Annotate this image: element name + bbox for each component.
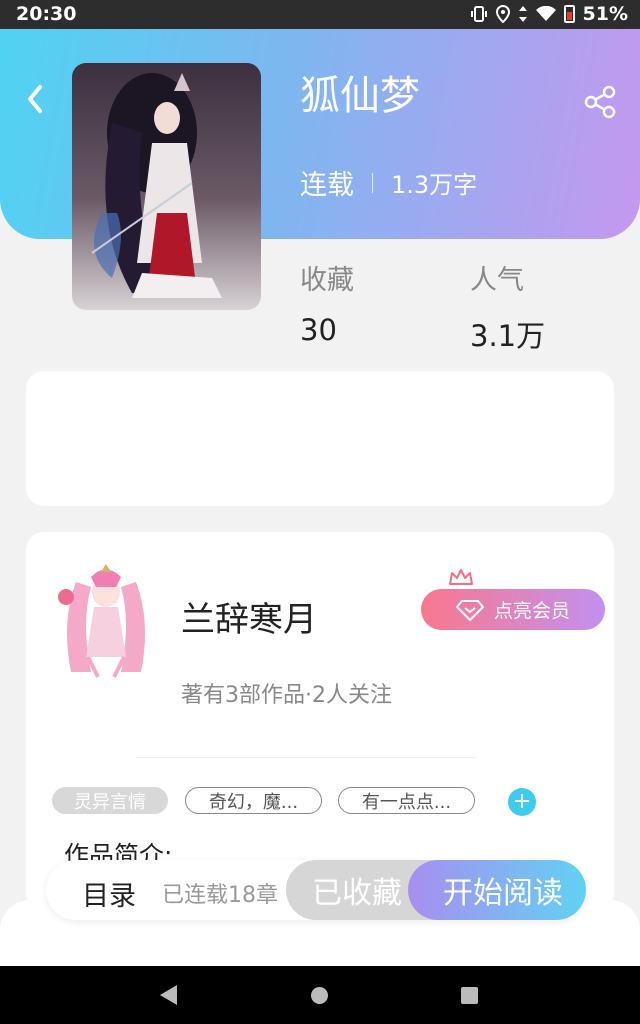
status-bar: 20:30 51%: [0, 0, 640, 29]
start-reading-button[interactable]: 开始阅读: [408, 860, 586, 920]
chapter-count[interactable]: 已连载18章: [162, 877, 278, 909]
add-tag-button[interactable]: +: [508, 788, 536, 816]
vip-button[interactable]: 点亮会员: [421, 589, 605, 630]
system-nav-bar: [0, 966, 640, 1024]
word-count: 1.3万字: [391, 171, 478, 199]
favorites-label: 收藏: [300, 265, 354, 296]
nav-recent-icon[interactable]: [461, 987, 478, 1004]
book-cover-image[interactable]: [72, 63, 261, 310]
favorites-stat: 收藏 30: [300, 258, 354, 347]
status-divider: [372, 172, 373, 193]
crown-icon: [449, 569, 473, 585]
status-time: 20:30: [16, 3, 77, 25]
share-icon[interactable]: [582, 83, 618, 123]
back-arrow-icon[interactable]: [20, 79, 52, 119]
blank-card: [26, 371, 614, 506]
location-icon: [495, 5, 510, 23]
nav-home-icon[interactable]: [311, 987, 328, 1004]
vip-button-label: 点亮会员: [493, 600, 570, 622]
author-meta: 著有3部作品·2人关注: [181, 683, 392, 708]
popularity-value: 3.1万: [470, 319, 546, 353]
book-status-row: 连载 1.3万字: [300, 163, 477, 202]
diamond-icon: [455, 599, 484, 621]
popularity-stat: 人气 3.1万: [470, 258, 545, 355]
tag-fantasy[interactable]: 奇幻，魔...: [185, 787, 322, 814]
tag-extra[interactable]: 有一点点...: [338, 787, 475, 814]
favorites-value: 30: [300, 313, 337, 347]
author-name[interactable]: 兰辞寒月: [181, 592, 317, 641]
battery-percent: 51%: [582, 3, 628, 25]
status-icons: 51%: [470, 3, 628, 25]
author-avatar[interactable]: [46, 562, 166, 682]
vibrate-icon: [470, 6, 487, 22]
card-divider: [136, 757, 476, 758]
serial-status: 连载: [300, 170, 354, 201]
nav-back-icon[interactable]: [160, 985, 177, 1005]
popularity-label: 人气: [470, 265, 524, 296]
battery-icon: [563, 5, 575, 23]
author-card: 兰辞寒月 著有3部作品·2人关注 点亮会员 灵异言情 奇幻，魔... 有一点点.…: [26, 532, 614, 912]
action-bar: 目录 已连载18章 已收藏 开始阅读: [46, 860, 586, 920]
wifi-icon: [535, 6, 556, 21]
tag-genre[interactable]: 灵异言情: [52, 787, 168, 814]
book-title: 狐仙梦: [300, 73, 420, 119]
toc-button[interactable]: 目录: [82, 874, 136, 913]
data-transfer-icon: [518, 6, 527, 22]
